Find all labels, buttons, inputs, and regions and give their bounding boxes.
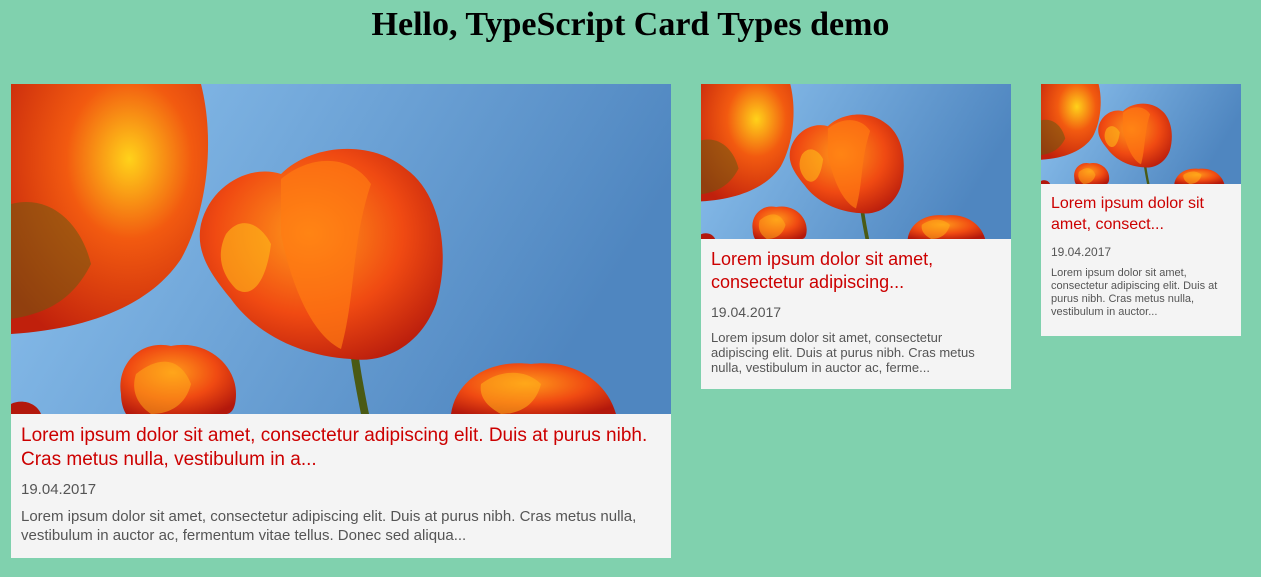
card-title[interactable]: Lorem ipsum dolor sit amet, consect... bbox=[1051, 193, 1231, 235]
card-title[interactable]: Lorem ipsum dolor sit amet, consectetur … bbox=[711, 248, 1001, 294]
card-large[interactable]: Lorem ipsum dolor sit amet, consectetur … bbox=[11, 84, 671, 558]
tulips-photo bbox=[701, 84, 1011, 239]
card-small[interactable]: Lorem ipsum dolor sit amet, consect... 1… bbox=[1041, 84, 1241, 336]
card-excerpt: Lorem ipsum dolor sit amet, consectetur … bbox=[21, 508, 637, 544]
card-date: 19.04.2017 bbox=[1051, 245, 1112, 259]
card-date: 19.04.2017 bbox=[21, 481, 97, 498]
page-title: Hello, TypeScript Card Types demo bbox=[371, 6, 890, 43]
card-date: 19.04.2017 bbox=[711, 304, 782, 320]
tulips-photo bbox=[11, 84, 671, 414]
card-image bbox=[1041, 84, 1241, 184]
card-excerpt: Lorem ipsum dolor sit amet, consectetur … bbox=[711, 330, 975, 375]
card-image bbox=[701, 84, 1011, 239]
card-image bbox=[11, 84, 671, 414]
card-medium[interactable]: Lorem ipsum dolor sit amet, consectetur … bbox=[701, 84, 1011, 389]
card-title[interactable]: Lorem ipsum dolor sit amet, consectetur … bbox=[21, 424, 661, 472]
card-excerpt: Lorem ipsum dolor sit amet, consectetur … bbox=[1051, 267, 1218, 318]
tulips-photo bbox=[1041, 84, 1241, 184]
